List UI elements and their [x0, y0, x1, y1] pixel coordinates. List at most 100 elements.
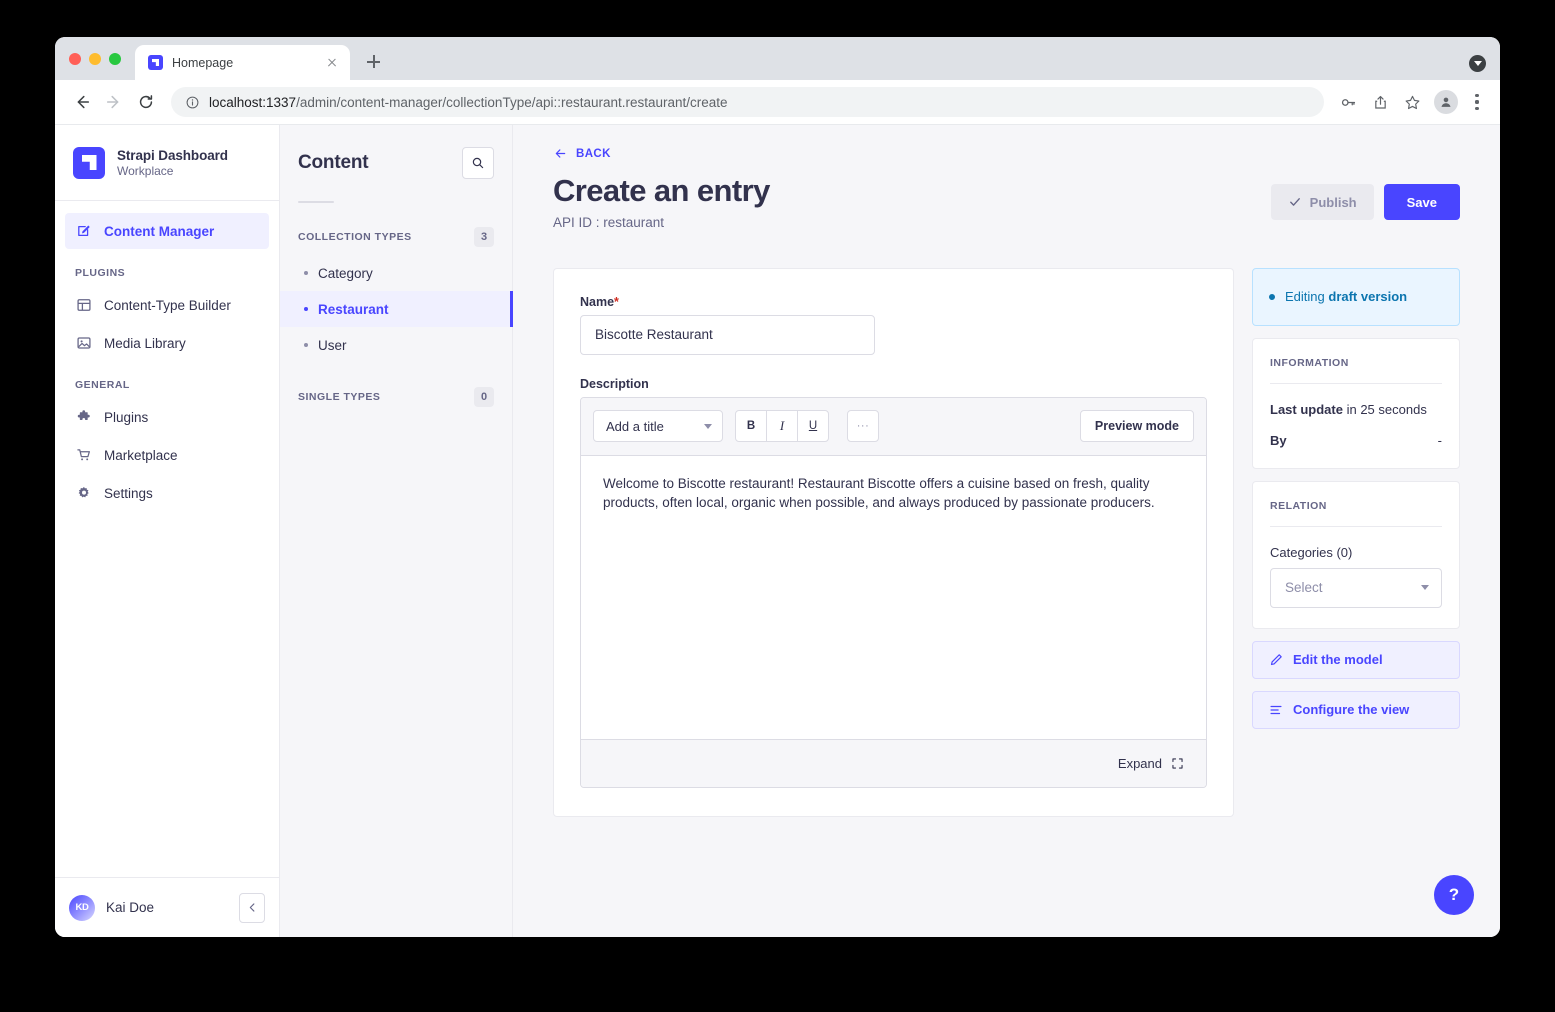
minimize-window-button[interactable] [89, 52, 101, 65]
save-button[interactable]: Save [1383, 184, 1460, 220]
underline-button[interactable]: U [797, 410, 829, 443]
name-input[interactable] [580, 314, 875, 355]
back-label: BACK [576, 147, 611, 160]
page-header: Create an entry API ID : restaurant Publ… [553, 173, 1460, 230]
expand-label: Expand [1117, 755, 1162, 771]
collection-types-label: COLLECTION TYPES [298, 231, 412, 243]
check-icon [1289, 198, 1300, 206]
author-label: By [1270, 432, 1287, 448]
title-style-select[interactable]: Add a title [593, 410, 723, 443]
sidebar-item-plugins[interactable]: Plugins [65, 399, 269, 435]
title-style-value: Add a title [606, 418, 664, 434]
configure-the-view-button[interactable]: Configure the view [1252, 690, 1460, 729]
author-row: By - [1270, 433, 1442, 448]
sidebar-nav: Content Manager PLUGINS Content-Type Bui… [55, 201, 279, 877]
editor-text-area[interactable]: Welcome to Biscotte restaurant! Restaura… [581, 455, 1206, 739]
bold-button[interactable]: B [735, 410, 767, 443]
last-update-value: in 25 seconds [1346, 401, 1427, 417]
sidebar-item-label: Content-Type Builder [104, 297, 231, 313]
brand-header[interactable]: Strapi Dashboard Workplace [55, 125, 279, 201]
content-type-item-restaurant[interactable]: Restaurant [280, 291, 513, 327]
back-link[interactable]: BACK [553, 147, 611, 160]
categories-select[interactable]: Select [1270, 567, 1442, 608]
expand-editor-button[interactable]: Expand [581, 738, 1206, 787]
search-icon [472, 157, 484, 169]
entry-sidebar: Editing draft version INFORMATION Last u… [1252, 267, 1460, 729]
kebab-menu-icon[interactable] [1466, 88, 1488, 116]
brand-subtitle: Workplace [117, 163, 174, 178]
editor-body-text: Welcome to Biscotte restaurant! Restaura… [603, 475, 1155, 511]
collapse-sidebar-button[interactable] [239, 892, 265, 923]
star-icon[interactable] [1398, 88, 1426, 116]
entry-form-card: Name* Description Add a title [553, 267, 1234, 817]
panel-divider [298, 201, 334, 203]
image-icon [75, 335, 92, 352]
collection-types-header: COLLECTION TYPES 3 [280, 227, 512, 247]
share-icon[interactable] [1366, 88, 1394, 116]
information-title: INFORMATION [1270, 356, 1349, 369]
address-bar-text: localhost:1337/admin/content-manager/col… [209, 95, 728, 110]
page-subtitle: API ID : restaurant [553, 214, 665, 230]
save-label: Save [1406, 194, 1437, 210]
categories-label: Categories (0) [1270, 544, 1353, 560]
edit-the-model-label: Edit the model [1293, 652, 1383, 668]
question-mark-icon: ? [1448, 885, 1460, 904]
forward-icon[interactable] [99, 87, 129, 117]
sidebar-item-media-library[interactable]: Media Library [65, 325, 269, 361]
profile-icon[interactable] [1434, 90, 1458, 114]
chevron-left-icon [249, 903, 254, 912]
rich-text-editor: Add a title B I U ··· Preview mode Welco… [580, 396, 1207, 788]
sidebar-section-general: GENERAL [75, 379, 130, 391]
edit-the-model-button[interactable]: Edit the model [1252, 640, 1460, 679]
publish-button[interactable]: Publish [1270, 184, 1374, 220]
categories-select-value: Select [1285, 580, 1323, 596]
sidebar-item-content-type-builder[interactable]: Content-Type Builder [65, 287, 269, 323]
more-options-button[interactable]: ··· [847, 410, 879, 443]
page-title: Create an entry [553, 173, 770, 208]
sidebar-item-label: Media Library [104, 335, 186, 351]
back-icon[interactable] [67, 87, 97, 117]
name-label-text: Name [580, 294, 615, 309]
sidebar-item-label: Content Manager [104, 223, 215, 239]
help-button[interactable]: ? [1434, 875, 1474, 915]
brand-name: Strapi Dashboard [117, 147, 228, 163]
description-field-label: Description [580, 376, 649, 391]
reload-icon[interactable] [131, 87, 161, 117]
key-icon[interactable] [1334, 88, 1362, 116]
sidebar-item-settings[interactable]: Settings [65, 475, 269, 511]
content-type-label: User [318, 337, 347, 353]
gear-icon [75, 485, 92, 502]
italic-button[interactable]: I [766, 410, 798, 443]
close-icon[interactable] [324, 55, 340, 71]
maximize-window-button[interactable] [109, 52, 121, 65]
chevron-down-icon [1469, 55, 1486, 72]
bullet-icon [304, 307, 308, 311]
editor-toolbar: Add a title B I U ··· Preview mode [581, 397, 1206, 456]
main-sidebar: Strapi Dashboard Workplace Content Manag… [55, 125, 280, 937]
strapi-logo-icon [73, 146, 105, 179]
downloads-indicator[interactable] [1469, 55, 1486, 72]
sidebar-item-content-manager[interactable]: Content Manager [65, 213, 269, 249]
puzzle-icon [75, 409, 92, 426]
address-bar[interactable]: localhost:1337/admin/content-manager/col… [171, 87, 1324, 117]
status-dot-icon [1269, 293, 1275, 300]
preview-mode-button[interactable]: Preview mode [1079, 410, 1194, 443]
avatar[interactable]: KD [69, 894, 95, 921]
content-type-item-user[interactable]: User [280, 327, 512, 363]
text-format-group: B I U [735, 410, 829, 443]
pencil-square-icon [75, 223, 92, 240]
content-type-label: Restaurant [318, 301, 389, 317]
new-tab-button[interactable] [359, 48, 387, 76]
browser-tab[interactable]: Homepage [135, 45, 350, 80]
header-actions: Publish Save [1270, 174, 1460, 220]
last-update-label: Last update [1270, 401, 1343, 417]
search-button[interactable] [462, 147, 494, 179]
screen: Homepage localhost:1337/admin/content-ma… [0, 0, 1555, 1012]
single-types-count: 0 [474, 387, 494, 407]
content-type-item-category[interactable]: Category [280, 255, 512, 291]
sliders-icon [1270, 705, 1282, 714]
sidebar-item-marketplace[interactable]: Marketplace [65, 437, 269, 473]
relation-title: RELATION [1270, 499, 1327, 512]
browser-tab-title: Homepage [172, 55, 234, 70]
close-window-button[interactable] [69, 52, 81, 65]
